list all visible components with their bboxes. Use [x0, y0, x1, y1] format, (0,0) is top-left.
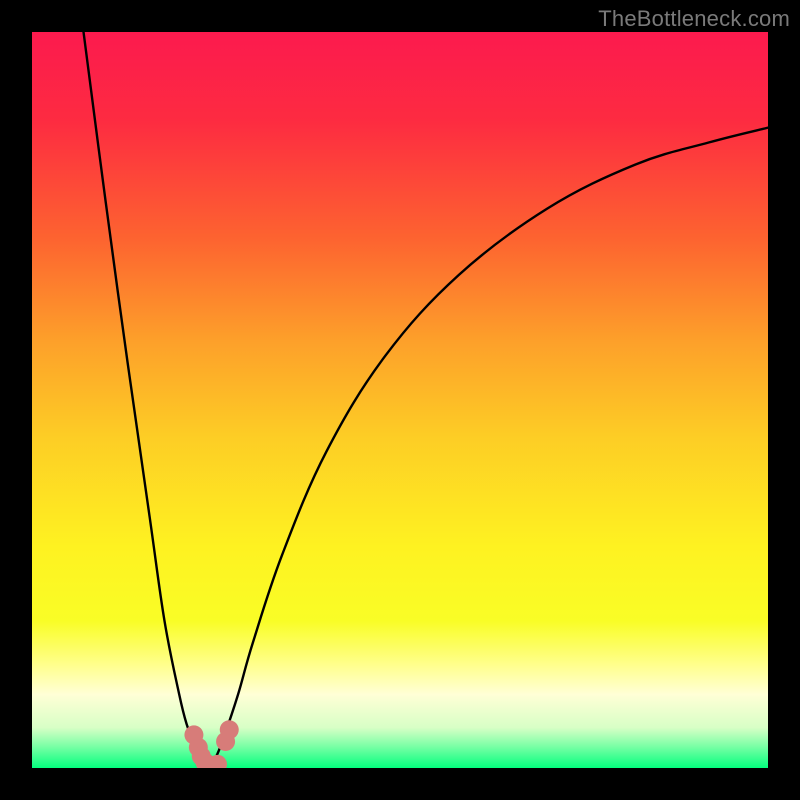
marker-dot: [220, 720, 239, 739]
plot-area: [32, 32, 768, 768]
watermark-text: TheBottleneck.com: [598, 6, 790, 32]
outer-frame: TheBottleneck.com: [0, 0, 800, 800]
curve-right-branch: [209, 128, 768, 768]
marker-cluster: [184, 720, 238, 768]
curve-layer: [32, 32, 768, 768]
curve-left-branch: [84, 32, 209, 768]
